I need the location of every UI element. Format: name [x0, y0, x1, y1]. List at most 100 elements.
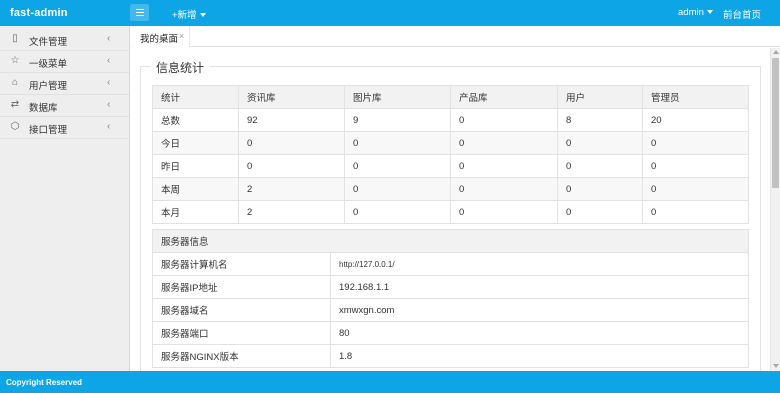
table-cell: 0	[344, 177, 451, 201]
sidebar-item-label: 一级菜单	[29, 59, 68, 70]
shuffle-icon: ⇄	[10, 99, 20, 110]
table-cell: 2	[238, 200, 345, 224]
table-cell: 0	[557, 200, 643, 224]
table-row: 本月 2 0 0 0 0	[152, 200, 749, 224]
table-cell: 服务器域名	[152, 298, 331, 322]
file-icon: ▯	[12, 33, 18, 44]
table-header-cell: 服务器信息	[152, 229, 749, 253]
top-navbar: fast-admin +新增 admin 前台首页	[0, 0, 780, 26]
table-row: 昨日 0 0 0 0 0	[152, 154, 749, 178]
footer: Copyright Reserved	[0, 371, 780, 393]
table-header-row: 服务器信息	[152, 229, 749, 253]
table-header-cell: 管理员	[642, 85, 749, 109]
table-row: 总数 92 9 0 8 20	[152, 108, 749, 132]
table-cell: 0	[238, 154, 345, 178]
table-cell: 0	[557, 154, 643, 178]
table-cell: 0	[642, 154, 749, 178]
table-row: 本周 2 0 0 0 0	[152, 177, 749, 201]
table-cell: 0	[450, 177, 558, 201]
table-cell: http://127.0.0.1/	[330, 252, 749, 276]
menu-toggle-button[interactable]	[130, 4, 149, 21]
user-dropdown[interactable]: admin	[678, 7, 713, 18]
cube-icon: ⬡	[10, 121, 20, 132]
tab-my-desktop[interactable]: 我的桌面 ×	[132, 26, 190, 47]
table-header-cell: 用户	[557, 85, 643, 109]
table-cell: 本月	[152, 200, 239, 224]
table-row: 服务器IP地址 192.168.1.1	[152, 275, 749, 299]
stats-table: 统计 资讯库 图片库 产品库 用户 管理员 总数 92 9 0 8 20 今日 …	[152, 85, 749, 224]
table-cell: 20	[642, 108, 749, 132]
table-cell: 昨日	[152, 154, 239, 178]
table-header-cell: 资讯库	[238, 85, 345, 109]
table-cell: 0	[557, 131, 643, 155]
table-row: 服务器NGINX版本 1.8	[152, 344, 749, 368]
sidebar-item-files[interactable]: ▯ 文件管理 ‹	[0, 29, 129, 51]
table-cell: 1.8	[330, 344, 749, 368]
section-title: 信息统计	[150, 59, 211, 76]
user-name: admin	[678, 7, 704, 18]
table-cell: 0	[450, 154, 558, 178]
chevron-left-icon: ‹	[107, 55, 111, 66]
copyright-text: Copyright Reserved	[6, 378, 83, 387]
table-cell: 服务器NGINX版本	[152, 344, 331, 368]
chevron-left-icon: ‹	[107, 121, 111, 132]
sidebar-item-database[interactable]: ⇄ 数据库 ‹	[0, 95, 129, 117]
table-row: 服务器计算机名 http://127.0.0.1/	[152, 252, 749, 276]
scroll-down-arrow-icon[interactable]	[773, 364, 779, 368]
table-header-cell: 产品库	[450, 85, 558, 109]
scrollbar-thumb[interactable]	[772, 58, 779, 188]
vertical-scrollbar[interactable]	[770, 48, 780, 371]
sidebar-item-label: 接口管理	[29, 125, 68, 136]
table-cell: 0	[642, 177, 749, 201]
table-cell: 0	[557, 177, 643, 201]
tab-label: 我的桌面	[140, 34, 179, 45]
table-header-row: 统计 资讯库 图片库 产品库 用户 管理员	[152, 85, 749, 109]
close-icon[interactable]: ×	[179, 31, 184, 41]
table-cell: 今日	[152, 131, 239, 155]
table-header-cell: 统计	[152, 85, 239, 109]
home-icon: ⌂	[11, 77, 19, 88]
table-cell: 9	[344, 108, 451, 132]
table-cell: 服务器IP地址	[152, 275, 331, 299]
table-cell: 92	[238, 108, 345, 132]
sidebar-item-label: 文件管理	[29, 37, 68, 48]
tab-bar: 我的桌面 ×	[131, 26, 780, 47]
table-cell: 0	[344, 154, 451, 178]
table-row: 服务器域名 xmwxgn.com	[152, 298, 749, 322]
server-info-table: 服务器信息 服务器计算机名 http://127.0.0.1/ 服务器IP地址 …	[152, 229, 749, 368]
table-row: 服务器端口 80	[152, 321, 749, 345]
scroll-up-arrow-icon[interactable]	[773, 50, 779, 54]
table-cell: 0	[450, 200, 558, 224]
caret-down-icon	[706, 10, 713, 15]
sidebar: ▯ 文件管理 ‹ ☆ 一级菜单 ‹ ⌂ 用户管理 ‹ ⇄ 数据库 ‹ ⬡ 接口管…	[0, 26, 130, 371]
chevron-left-icon: ‹	[107, 77, 111, 88]
frontend-home-link[interactable]: 前台首页	[723, 7, 761, 21]
table-cell: 服务器计算机名	[152, 252, 331, 276]
table-cell: 0	[238, 131, 345, 155]
sidebar-item-first-level-menu[interactable]: ☆ 一级菜单 ‹	[0, 51, 129, 73]
table-cell: 服务器端口	[152, 321, 331, 345]
table-cell: xmwxgn.com	[330, 298, 749, 322]
sidebar-item-users[interactable]: ⌂ 用户管理 ‹	[0, 73, 129, 95]
table-cell: 2	[238, 177, 345, 201]
caret-down-icon	[199, 13, 206, 18]
table-row: 今日 0 0 0 0 0	[152, 131, 749, 155]
table-cell: 0	[450, 108, 558, 132]
table-cell: 80	[330, 321, 749, 345]
main-content: 信息统计 统计 资讯库 图片库 产品库 用户 管理员 总数 92 9 0 8 2…	[131, 48, 770, 371]
table-cell: 0	[344, 131, 451, 155]
add-new-label: +新增	[172, 10, 197, 21]
brand-logo[interactable]: fast-admin	[10, 7, 68, 19]
star-icon: ☆	[10, 55, 20, 66]
sidebar-item-api[interactable]: ⬡ 接口管理 ‹	[0, 117, 129, 139]
table-cell: 8	[557, 108, 643, 132]
hamburger-icon	[135, 9, 144, 10]
table-header-cell: 图片库	[344, 85, 451, 109]
add-new-dropdown[interactable]: +新增	[172, 7, 206, 21]
sidebar-item-label: 用户管理	[29, 81, 68, 92]
table-cell: 0	[642, 200, 749, 224]
table-cell: 0	[450, 131, 558, 155]
table-cell: 0	[642, 131, 749, 155]
table-cell: 192.168.1.1	[330, 275, 749, 299]
table-cell: 总数	[152, 108, 239, 132]
